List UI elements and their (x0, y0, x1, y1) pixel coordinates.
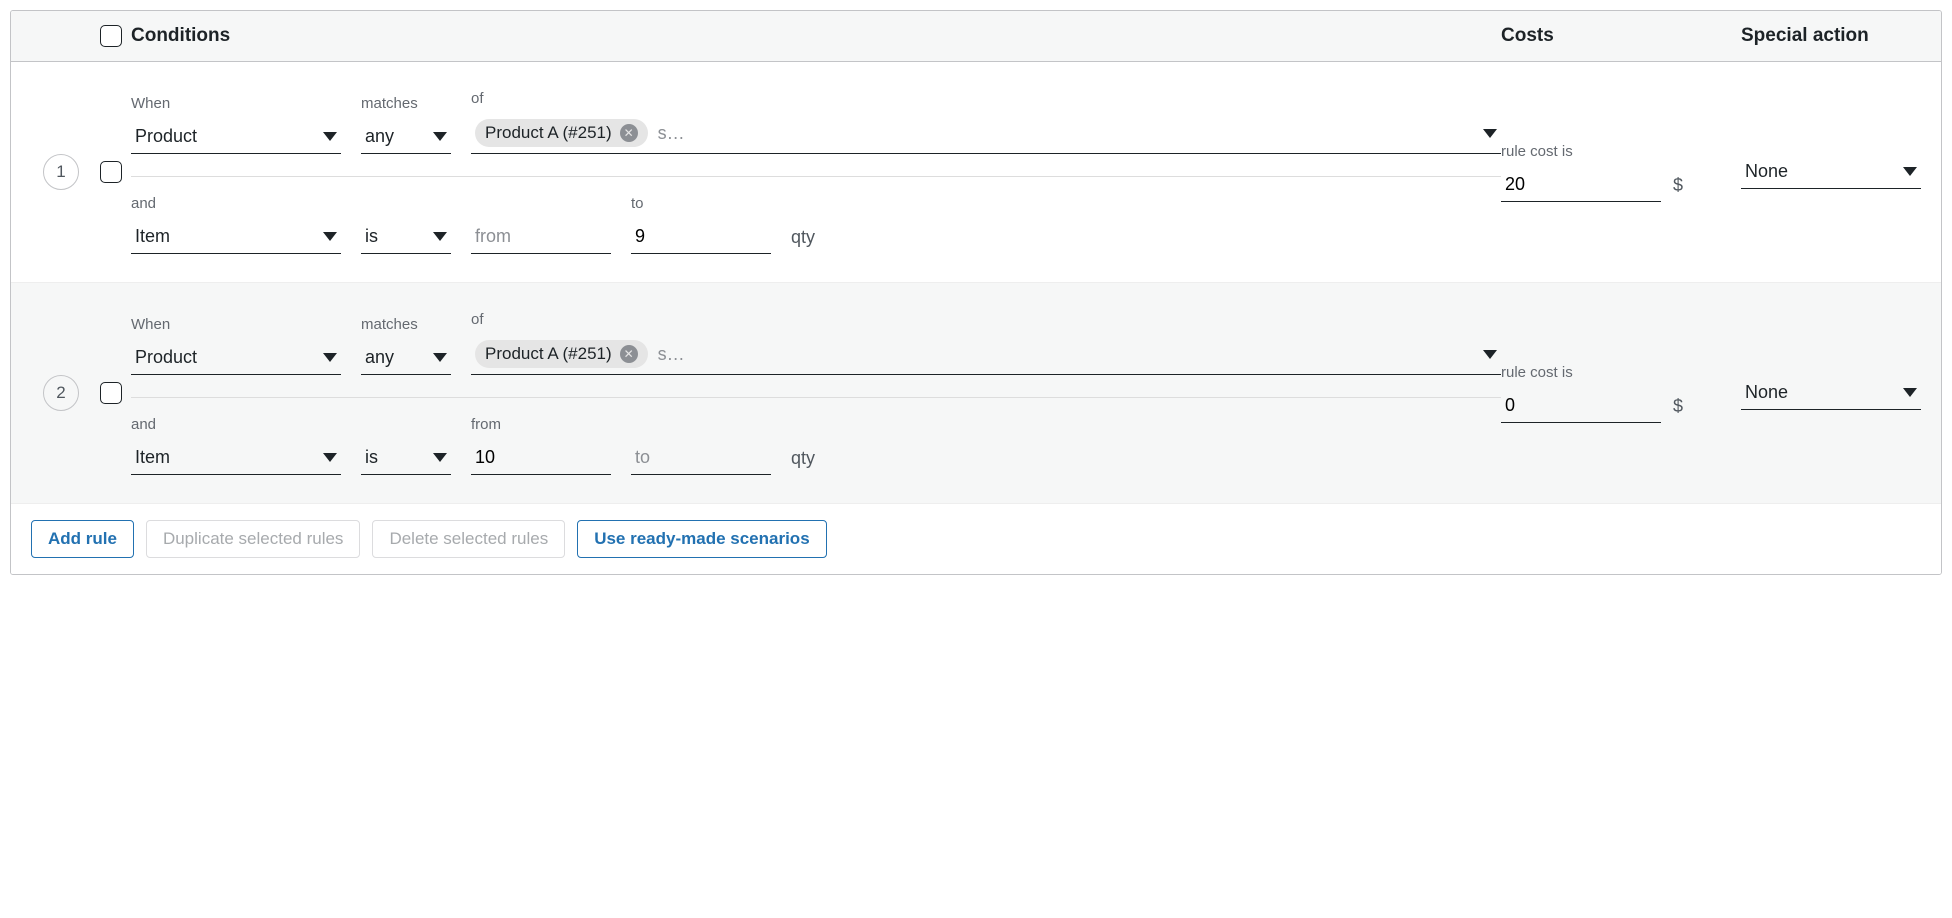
to-input[interactable] (631, 220, 771, 254)
chevron-down-icon (323, 353, 337, 362)
to-input[interactable] (631, 441, 771, 475)
chevron-down-icon (323, 232, 337, 241)
header-special-action: Special action (1741, 25, 1869, 46)
rule-checkbox[interactable] (100, 382, 122, 404)
matches-label: matches (361, 316, 451, 333)
add-rule-button[interactable]: Add rule (31, 520, 134, 558)
of-label: of (471, 311, 1501, 328)
chevron-down-icon (323, 453, 337, 462)
matches-select[interactable]: any (361, 120, 451, 154)
header-conditions: Conditions (131, 25, 230, 46)
header-costs: Costs (1501, 25, 1554, 46)
chevron-down-icon (1483, 350, 1497, 359)
chevron-down-icon (433, 232, 447, 241)
and-label: and (131, 195, 341, 212)
panel-footer: Add rule Duplicate selected rules Delete… (11, 504, 1941, 574)
and-when-select[interactable]: Item (131, 220, 341, 254)
table-header: Conditions Costs Special action (11, 11, 1941, 62)
tag-remove-icon[interactable]: ✕ (620, 345, 638, 363)
when-select[interactable]: Product (131, 120, 341, 154)
delete-rules-button[interactable]: Delete selected rules (372, 520, 565, 558)
special-action-select[interactable]: None (1741, 155, 1921, 189)
currency-unit: $ (1673, 396, 1683, 423)
and-match-select[interactable]: is (361, 441, 451, 475)
chevron-down-icon (1483, 129, 1497, 138)
cost-input[interactable] (1501, 168, 1661, 202)
of-label: of (471, 90, 1501, 107)
rule-row: 2 When Product matches any (11, 283, 1941, 504)
from-input[interactable] (471, 441, 611, 475)
when-label: When (131, 95, 341, 112)
and-when-select[interactable]: Item (131, 441, 341, 475)
qty-unit: qty (791, 448, 815, 475)
to-label: to (631, 195, 771, 212)
rule-number: 2 (43, 375, 79, 411)
product-tag: Product A (#251) ✕ (475, 340, 648, 368)
special-action-select[interactable]: None (1741, 376, 1921, 410)
and-match-select[interactable]: is (361, 220, 451, 254)
when-select[interactable]: Product (131, 341, 341, 375)
product-tag: Product A (#251) ✕ (475, 119, 648, 147)
chevron-down-icon (323, 132, 337, 141)
chevron-down-icon (433, 132, 447, 141)
use-scenarios-button[interactable]: Use ready-made scenarios (577, 520, 826, 558)
chevron-down-icon (1903, 388, 1917, 397)
chevron-down-icon (433, 353, 447, 362)
rule-cost-label: rule cost is (1501, 143, 1741, 160)
qty-unit: qty (791, 227, 815, 254)
rule-number: 1 (43, 154, 79, 190)
from-input[interactable] (471, 220, 611, 254)
cost-input[interactable] (1501, 389, 1661, 423)
select-all-checkbox[interactable] (100, 25, 122, 47)
when-label: When (131, 316, 341, 333)
rule-checkbox[interactable] (100, 161, 122, 183)
matches-select[interactable]: any (361, 341, 451, 375)
duplicate-rules-button[interactable]: Duplicate selected rules (146, 520, 360, 558)
and-label: and (131, 416, 341, 433)
currency-unit: $ (1673, 175, 1683, 202)
rule-cost-label: rule cost is (1501, 364, 1741, 381)
chevron-down-icon (1903, 167, 1917, 176)
rules-panel: Conditions Costs Special action 1 When P… (10, 10, 1942, 575)
product-tag-input[interactable]: Product A (#251) ✕ s… (471, 336, 1501, 375)
product-tag-input[interactable]: Product A (#251) ✕ s… (471, 115, 1501, 154)
chevron-down-icon (433, 453, 447, 462)
matches-label: matches (361, 95, 451, 112)
tag-remove-icon[interactable]: ✕ (620, 124, 638, 142)
rule-row: 1 When Product matches any (11, 62, 1941, 283)
from-label: from (471, 416, 611, 433)
